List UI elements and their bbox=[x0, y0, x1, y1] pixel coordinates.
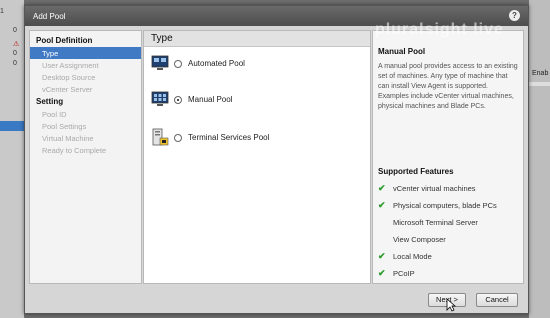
watermark-logo: pluralsight live bbox=[375, 21, 504, 38]
background-row-value: 1 bbox=[0, 8, 4, 15]
option-automated-pool[interactable]: Automated Pool bbox=[151, 54, 361, 76]
nav-item-virtual-machine: Virtual Machine bbox=[42, 134, 94, 143]
nav-item-desktop-source: Desktop Source bbox=[42, 73, 96, 82]
nav-item-vcenter-server: vCenter Server bbox=[42, 85, 93, 94]
feature-label: Physical computers, blade PCs bbox=[393, 201, 497, 210]
option-label: Manual Pool bbox=[188, 95, 233, 104]
feature-item: ✔ PCoIP bbox=[378, 268, 523, 281]
feature-label: vCenter virtual machines bbox=[393, 184, 476, 193]
dialog-title: Add Pool bbox=[33, 12, 66, 21]
option-label: Terminal Services Pool bbox=[188, 133, 270, 142]
add-pool-dialog: Add Pool ? Pool Definition Type User Ass… bbox=[24, 5, 529, 314]
panel-heading: Type bbox=[144, 31, 370, 47]
nav-item-pool-id: Pool ID bbox=[42, 110, 67, 119]
nav-section-pool-definition: Pool Definition bbox=[36, 36, 93, 45]
background-selected-row bbox=[0, 121, 24, 131]
feature-item: Microsoft Terminal Server bbox=[378, 218, 523, 230]
radio-automated-pool[interactable] bbox=[174, 60, 182, 68]
check-icon: ✔ bbox=[378, 268, 386, 278]
wizard-nav: Pool Definition Type User Assignment Des… bbox=[29, 30, 142, 284]
feature-item: ✔ vCenter virtual machines bbox=[378, 183, 523, 196]
feature-label: View Composer bbox=[393, 235, 446, 244]
background-row bbox=[529, 82, 550, 86]
background-app-right: Enab bbox=[529, 0, 550, 318]
features-heading: Supported Features bbox=[378, 167, 454, 176]
info-title: Manual Pool bbox=[378, 47, 426, 56]
feature-label: PCoIP bbox=[393, 269, 415, 278]
option-manual-pool[interactable]: Manual Pool bbox=[151, 90, 361, 112]
feature-label: Local Mode bbox=[393, 252, 432, 261]
check-icon: ✔ bbox=[378, 200, 386, 210]
option-label: Automated Pool bbox=[188, 59, 245, 68]
mouse-cursor-icon bbox=[446, 298, 456, 312]
cancel-button[interactable]: Cancel bbox=[476, 293, 518, 307]
nav-section-setting: Setting bbox=[36, 97, 64, 106]
radio-terminal-services-pool[interactable] bbox=[174, 134, 182, 142]
feature-label: Microsoft Terminal Server bbox=[393, 218, 478, 227]
automated-pool-icon bbox=[151, 55, 169, 70]
feature-item: ✔ Physical computers, blade PCs bbox=[378, 200, 523, 213]
feature-item: View Composer bbox=[378, 235, 523, 247]
pool-type-panel: Type Automated Pool Manual Pool Terminal… bbox=[143, 30, 371, 284]
info-description: A manual pool provides access to an exis… bbox=[378, 63, 518, 110]
nav-item-pool-settings: Pool Settings bbox=[42, 122, 87, 131]
background-app-left: 1 0 ⚠ 0 0 bbox=[0, 0, 24, 318]
check-icon: ✔ bbox=[378, 251, 386, 261]
check-icon: ✔ bbox=[378, 183, 386, 193]
help-icon[interactable]: ? bbox=[509, 10, 520, 21]
background-column-label: Enab bbox=[532, 70, 549, 77]
info-panel: Manual Pool A manual pool provides acces… bbox=[372, 30, 524, 284]
option-terminal-services-pool[interactable]: Terminal Services Pool bbox=[151, 128, 361, 150]
manual-pool-icon bbox=[151, 91, 169, 106]
terminal-services-icon bbox=[152, 128, 169, 146]
nav-item-user-assignment: User Assignment bbox=[42, 61, 99, 70]
nav-item-ready-to-complete: Ready to Complete bbox=[42, 146, 107, 155]
feature-item: ✔ Local Mode bbox=[378, 251, 523, 264]
radio-manual-pool[interactable] bbox=[174, 96, 182, 104]
nav-item-type[interactable]: Type bbox=[30, 47, 141, 59]
